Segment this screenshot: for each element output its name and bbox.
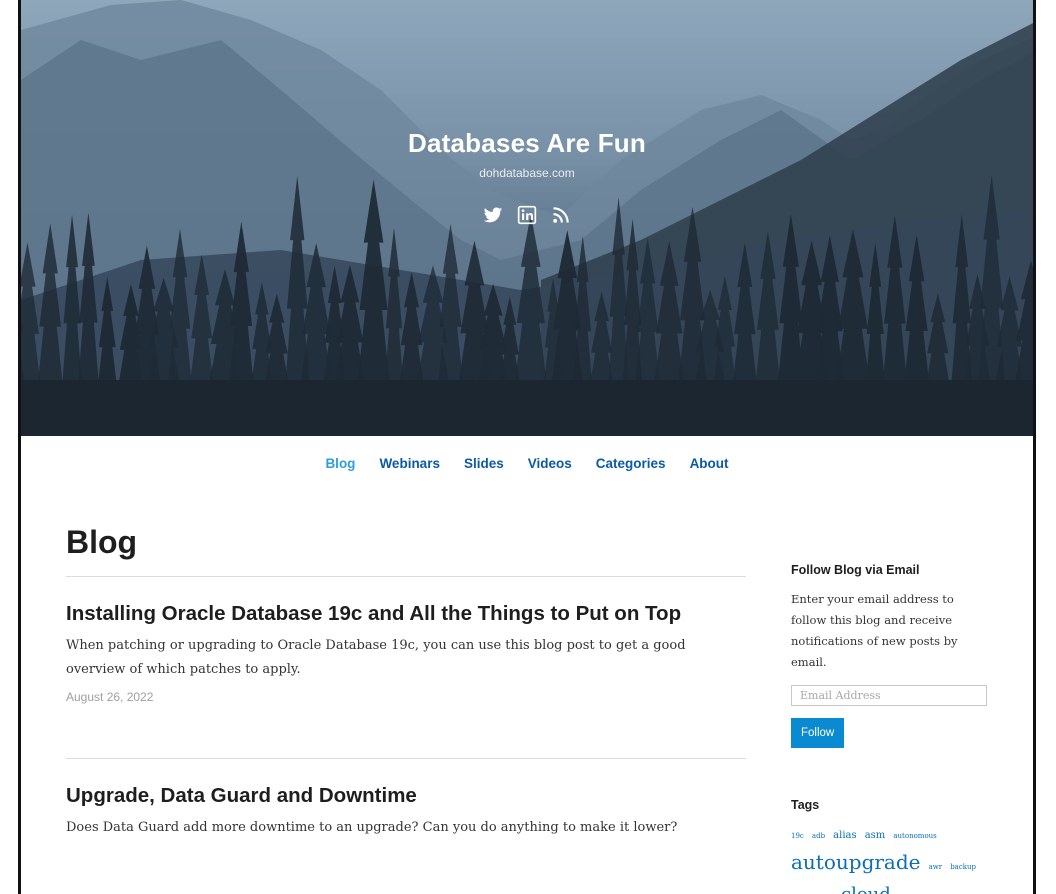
tag-link[interactable]: alias [833, 830, 856, 841]
nav-item-blog[interactable]: Blog [325, 456, 355, 471]
linkedin-icon[interactable] [517, 205, 537, 225]
site-subtitle: dohdatabase.com [479, 166, 575, 180]
post-title[interactable]: Installing Oracle Database 19c and All t… [66, 599, 746, 628]
social-links [21, 205, 1033, 225]
site-title[interactable]: Databases Are Fun [21, 128, 1033, 159]
follow-description: Enter your email address to follow this … [791, 592, 958, 669]
post-item: Upgrade, Data Guard and Downtime Does Da… [66, 781, 746, 840]
tag-link[interactable]: 19c [791, 832, 804, 840]
tags-widget-title: Tags [791, 798, 820, 812]
nav-item-categories[interactable]: Categories [596, 456, 666, 471]
post-excerpt: When patching or upgrading to Oracle Dat… [66, 638, 686, 677]
nav-item-about[interactable]: About [690, 456, 729, 471]
page-title: Blog [66, 524, 138, 560]
nav-item-videos[interactable]: Videos [528, 456, 572, 471]
tag-cloud: 19c adb alias asm autonomous autoupgrade… [791, 826, 991, 894]
main-content: Blog Installing Oracle Database 19c and … [66, 520, 746, 840]
follow-button[interactable]: Follow [791, 718, 845, 748]
tag-link[interactable]: cloud [841, 884, 891, 894]
rss-icon[interactable] [551, 205, 571, 225]
main-navigation: Blog Webinars Slides Videos Categories A… [21, 456, 1033, 471]
twitter-icon[interactable] [483, 205, 503, 225]
post-excerpt: Does Data Guard add more downtime to an … [66, 820, 678, 835]
post-item: Installing Oracle Database 19c and All t… [66, 599, 746, 704]
follow-widget-title: Follow Blog via Email [791, 563, 920, 577]
tag-link[interactable]: awr [929, 863, 943, 871]
tag-link[interactable]: autoupgrade [791, 850, 921, 874]
post-title[interactable]: Upgrade, Data Guard and Downtime [66, 781, 746, 810]
tag-link[interactable]: asm [865, 830, 886, 841]
post-date: August 26, 2022 [66, 690, 154, 704]
nav-item-slides[interactable]: Slides [464, 456, 504, 471]
page-frame: Databases Are Fun dohdatabase.com Blog W… [18, 0, 1036, 894]
sidebar: Follow Blog via Email Enter your email a… [791, 563, 991, 894]
divider [66, 576, 746, 577]
divider [66, 758, 746, 759]
tag-link[interactable]: backup [950, 863, 976, 871]
email-field[interactable] [791, 685, 987, 706]
nav-item-webinars[interactable]: Webinars [379, 456, 440, 471]
tag-link[interactable]: autonomous [893, 832, 936, 840]
tag-link[interactable]: adb [812, 832, 825, 840]
hero-header: Databases Are Fun dohdatabase.com [21, 0, 1033, 436]
